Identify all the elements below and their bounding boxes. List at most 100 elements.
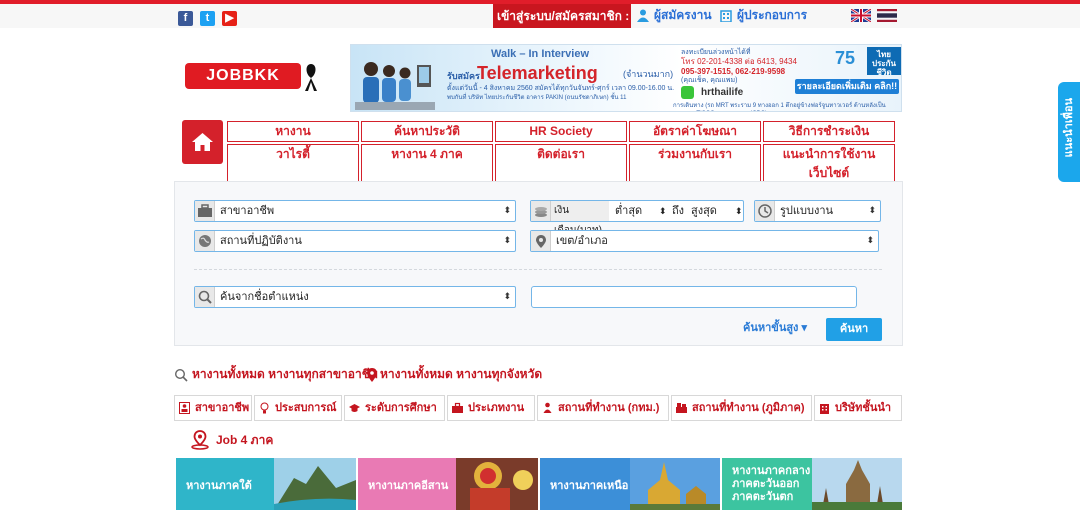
job-type-value: รูปแบบงาน xyxy=(780,205,834,217)
banner-apply: รับสมัคร xyxy=(447,71,480,81)
all-jobs-by-province-link[interactable]: หางานทั้งหมด หางานทุกจังหวัด xyxy=(380,367,542,382)
tab-top-companies-label: บริษัทชั้นนำ xyxy=(835,402,892,414)
nav-website-guide[interactable]: แนะนำการใช้งานเว็บไซต์ xyxy=(763,144,895,184)
tab-experience-label: ประสบการณ์ xyxy=(275,402,337,414)
nav-find-job[interactable]: หางาน xyxy=(227,121,359,142)
location-select[interactable]: สถานที่ปฏิบัติงาน ⬍ xyxy=(194,230,516,252)
building-icon xyxy=(820,404,829,414)
thai-flag-icon[interactable] xyxy=(877,9,897,22)
advanced-search-label: ค้นหาขั้นสูง xyxy=(743,322,799,334)
banner-walk-in: Walk – In Interview xyxy=(491,48,590,60)
caret-down-icon: ▾ xyxy=(801,322,808,334)
english-flag-icon[interactable] xyxy=(851,9,871,22)
region-central-east-west-card[interactable]: หางานภาคกลาง ภาคตะวันออก ภาคตะวันตก xyxy=(722,458,902,510)
clock-icon xyxy=(755,201,775,221)
tab-top-companies[interactable]: บริษัทชั้นนำ xyxy=(814,395,902,421)
browse-tabs: สาขาอาชีพ ประสบการณ์ ระดับการศึกษา ประเภ… xyxy=(174,395,902,421)
recommend-friend-tab[interactable]: แนะนำเพื่อน xyxy=(1058,82,1080,182)
salary-max-select[interactable]: สูงสุด xyxy=(691,201,739,221)
nav-careers[interactable]: ร่วมงานกับเรา xyxy=(629,144,761,184)
nav-find-resume[interactable]: ค้นหาประวัติ xyxy=(361,121,493,142)
tab-education-label: ระดับการศึกษา xyxy=(365,402,437,414)
select-arrow-icon: ⬍ xyxy=(868,206,876,216)
select-arrow-icon: ⬍ xyxy=(503,206,511,216)
search-button[interactable]: ค้นหา xyxy=(826,318,882,341)
search-divider xyxy=(194,269,882,270)
jobs-4-regions-heading: Job 4 ภาค xyxy=(216,433,274,447)
tab-location-provinces[interactable]: สถานที่ทำงาน (ภูมิภาค) xyxy=(671,395,812,421)
salary-min-arrow-icon: ⬍ xyxy=(659,206,667,216)
region-northeast-card[interactable]: หางานภาคอีสาน xyxy=(358,458,538,510)
salary-range: เงินเดือน(บาท) ต่ำสุด ⬍ ถึง สูงสุด ⬍ xyxy=(530,200,744,236)
salary-to-label: ถึง xyxy=(672,205,685,217)
main-navigation: หางาน ค้นหาประวัติ HR Society อัตราค่าโฆ… xyxy=(227,121,895,184)
salary-max-arrow-icon: ⬍ xyxy=(735,206,743,216)
job-type-select[interactable]: รูปแบบงาน ⬍ xyxy=(754,200,881,222)
nav-payment[interactable]: วิธีการชำระเงิน xyxy=(763,121,895,142)
region-central-east-west-label: หางานภาคกลาง ภาคตะวันออก ภาคตะวันตก xyxy=(732,465,811,503)
district-select[interactable]: เขต/อำเภอ ⬍ xyxy=(530,230,879,252)
keyword-input[interactable] xyxy=(531,286,857,308)
nav-jobs-4-regions[interactable]: หางาน 4 ภาค xyxy=(361,144,493,184)
banner-directions: การเดินทาง (รถ MRT พระราม 9 ทางออก 1 ตึก… xyxy=(673,103,886,109)
nav-contact[interactable]: ติดต่อเรา xyxy=(495,144,627,184)
banner-address: พบกันที่ บริษัท ไทยประกันชีวิต อาคาร PAK… xyxy=(447,95,627,101)
all-jobs-by-category-link[interactable]: หางานทั้งหมด หางานทุกสาขาอาชีพ xyxy=(192,367,378,382)
line-app-icon xyxy=(681,86,694,99)
location-pin-icon xyxy=(367,368,377,382)
home-button[interactable] xyxy=(182,120,223,164)
banner-line-id: hrthailife xyxy=(701,87,744,98)
banner-contact: (คุณเช็ค, คุณแพม) xyxy=(681,77,738,84)
employer-link[interactable]: ผู้ประกอบการ xyxy=(737,8,807,22)
jobseeker-link[interactable]: ผู้สมัครงาน xyxy=(654,8,712,22)
banner-phone: โทร 02-201-4338 ต่อ 6413, 9434 xyxy=(681,57,797,66)
region-south-label: หางานภาคใต้ xyxy=(186,480,252,492)
briefcase-icon xyxy=(195,201,215,221)
tab-job-type-label: ประเภทงาน xyxy=(468,402,525,414)
tab-education[interactable]: ระดับการศึกษา xyxy=(344,395,445,421)
tab-category[interactable]: สาขาอาชีพ xyxy=(174,395,252,421)
facebook-icon[interactable]: f xyxy=(178,11,193,26)
location-marker-icon xyxy=(191,430,209,450)
tab-location-bangkok-label: สถานที่ทำงาน (กทม.) xyxy=(558,402,660,414)
category-select[interactable]: สาขาอาชีพ ⬍ xyxy=(194,200,516,222)
lightbulb-icon xyxy=(260,402,269,414)
tab-location-bangkok[interactable]: สถานที่ทำงาน (กทม.) xyxy=(537,395,669,421)
select-arrow-icon: ⬍ xyxy=(866,236,874,246)
login-register-label: เข้าสู่ระบบ/สมัครสมาชิก : xyxy=(493,4,631,28)
nav-ad-rates[interactable]: อัตราค่าโฆษณา xyxy=(629,121,761,142)
logo-text: JOBBKK xyxy=(185,63,301,89)
recommend-friend-label: แนะนำเพื่อน xyxy=(1063,98,1075,158)
employer-icon xyxy=(720,10,732,22)
region-south-card[interactable]: หางานภาคใต้ xyxy=(176,458,356,510)
money-icon xyxy=(531,201,551,221)
tab-location-provinces-label: สถานที่ทำงาน (ภูมิภาค) xyxy=(692,402,805,414)
banner-anniversary: 75 xyxy=(835,48,856,68)
twitter-icon[interactable]: t xyxy=(200,11,215,26)
tab-job-type[interactable]: ประเภทงาน xyxy=(447,395,535,421)
nav-hr-society[interactable]: HR Society xyxy=(495,121,627,142)
keyword-type-select[interactable]: ค้นจากชื่อตำแหน่ง ⬍ xyxy=(194,286,516,308)
person-pin-icon xyxy=(543,402,552,413)
region-north-card[interactable]: หางานภาคเหนือ xyxy=(540,458,720,510)
tab-category-label: สาขาอาชีพ xyxy=(195,402,250,414)
black-ribbon-icon xyxy=(305,64,317,91)
select-arrow-icon: ⬍ xyxy=(503,236,511,246)
banner-register: ลงทะเบียนล่วงหน้าได้ที่ xyxy=(681,49,751,56)
keyword-type-value: ค้นจากชื่อตำแหน่ง xyxy=(220,291,309,303)
banner-date: ตั้งแต่วันนี้ - 4 สิงหาคม 2560 สมัครได้ท… xyxy=(447,85,675,92)
banner-count: (จำนวนมาก) xyxy=(623,69,674,79)
advanced-search-link[interactable]: ค้นหาขั้นสูง ▾ xyxy=(743,322,807,335)
site-logo[interactable]: JOBBKK xyxy=(185,63,301,89)
region-north-label: หางานภาคเหนือ xyxy=(550,480,629,492)
youtube-icon[interactable]: ▶ xyxy=(222,11,237,26)
walk-in-interview-banner[interactable]: Walk – In Interview รับสมัคร Telemarketi… xyxy=(350,44,902,112)
telemarketing-staff-image xyxy=(355,62,435,110)
search-icon xyxy=(195,287,215,307)
map-pin-icon xyxy=(531,231,551,251)
nav-variety[interactable]: วาไรตี้ xyxy=(227,144,359,184)
salary-label: เงินเดือน(บาท) xyxy=(551,201,609,236)
banner-more-button[interactable]: รายละเอียดเพิ่มเติม คลิก!! xyxy=(795,79,899,94)
search-icon xyxy=(174,368,188,382)
tab-experience[interactable]: ประสบการณ์ xyxy=(254,395,342,421)
